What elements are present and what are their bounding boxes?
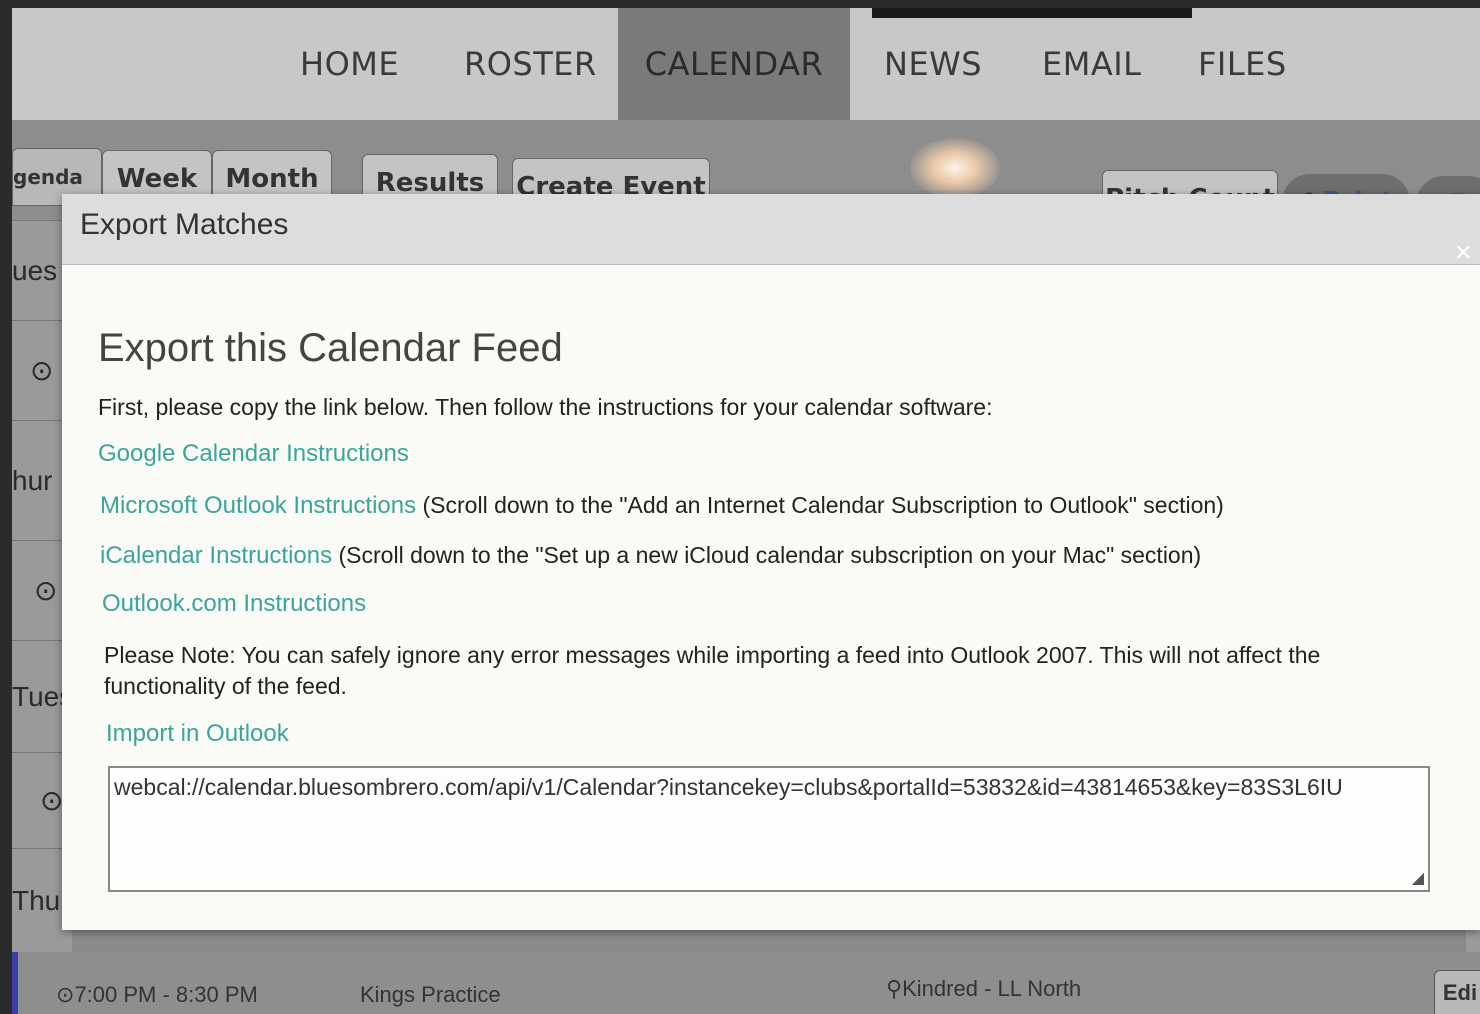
modal-header: Export Matches × xyxy=(62,194,1480,269)
event-location-label: Kindred - LL North xyxy=(902,976,1082,1001)
nav-email[interactable]: EMAIL xyxy=(1042,8,1141,120)
ical-instructions-note: (Scroll down to the "Set up a new iCloud… xyxy=(338,542,1202,568)
edit-button[interactable]: Edi xyxy=(1434,970,1480,1014)
nav-files[interactable]: FILES xyxy=(1198,8,1287,120)
event-row[interactable]: ⊙7:00 PM - 8:30 PM Kings Practice ⚲Kindr… xyxy=(12,952,1480,1014)
event-time-label: 7:00 PM - 8:30 PM xyxy=(74,982,258,1007)
nav-calendar[interactable]: CALENDAR xyxy=(618,8,850,120)
close-icon[interactable]: × xyxy=(1454,236,1472,270)
feed-heading: Export this Calendar Feed xyxy=(98,326,563,370)
event-title: Kings Practice xyxy=(360,982,501,1007)
feed-url-textarea[interactable]: webcal://calendar.bluesombrero.com/api/v… xyxy=(108,766,1430,892)
outlook-instructions-note: (Scroll down to the "Add an Internet Cal… xyxy=(422,492,1224,518)
outlook-com-link[interactable]: Outlook.com Instructions xyxy=(102,590,366,618)
top-navigation: HOME ROSTER CALENDAR NEWS EMAIL FILES xyxy=(12,8,1480,120)
ical-instructions-link[interactable]: iCalendar Instructions xyxy=(100,542,332,569)
modal-title: Export Matches xyxy=(80,208,289,241)
outlook-instructions-link[interactable]: Microsoft Outlook Instructions xyxy=(100,492,416,519)
feed-url-text: webcal://calendar.bluesombrero.com/api/v… xyxy=(114,774,1343,800)
google-calendar-link[interactable]: Google Calendar Instructions xyxy=(98,440,409,468)
outlook-2007-note: Please Note: You can safely ignore any e… xyxy=(104,642,1321,699)
light-glare xyxy=(910,138,1000,198)
nav-news[interactable]: NEWS xyxy=(884,8,982,120)
outlook-instructions-line: Microsoft Outlook Instructions (Scroll d… xyxy=(100,492,1224,520)
event-time: ⊙7:00 PM - 8:30 PM xyxy=(56,982,258,1008)
map-pin-icon: ⚲ xyxy=(886,976,903,1001)
event-location[interactable]: ⚲Kindred - LL North xyxy=(886,976,1081,1002)
clock-icon: ⊙ xyxy=(56,982,75,1007)
intro-text: First, please copy the link below. Then … xyxy=(98,394,993,420)
import-in-outlook-link[interactable]: Import in Outlook xyxy=(106,720,289,748)
nav-home[interactable]: HOME xyxy=(300,8,399,120)
nav-roster[interactable]: ROSTER xyxy=(464,8,597,120)
ical-instructions-line: iCalendar Instructions (Scroll down to t… xyxy=(100,542,1201,570)
export-modal: Export Matches × Export this Calendar Fe… xyxy=(62,194,1480,930)
resize-grip-icon[interactable]: ◢ xyxy=(1412,868,1424,888)
